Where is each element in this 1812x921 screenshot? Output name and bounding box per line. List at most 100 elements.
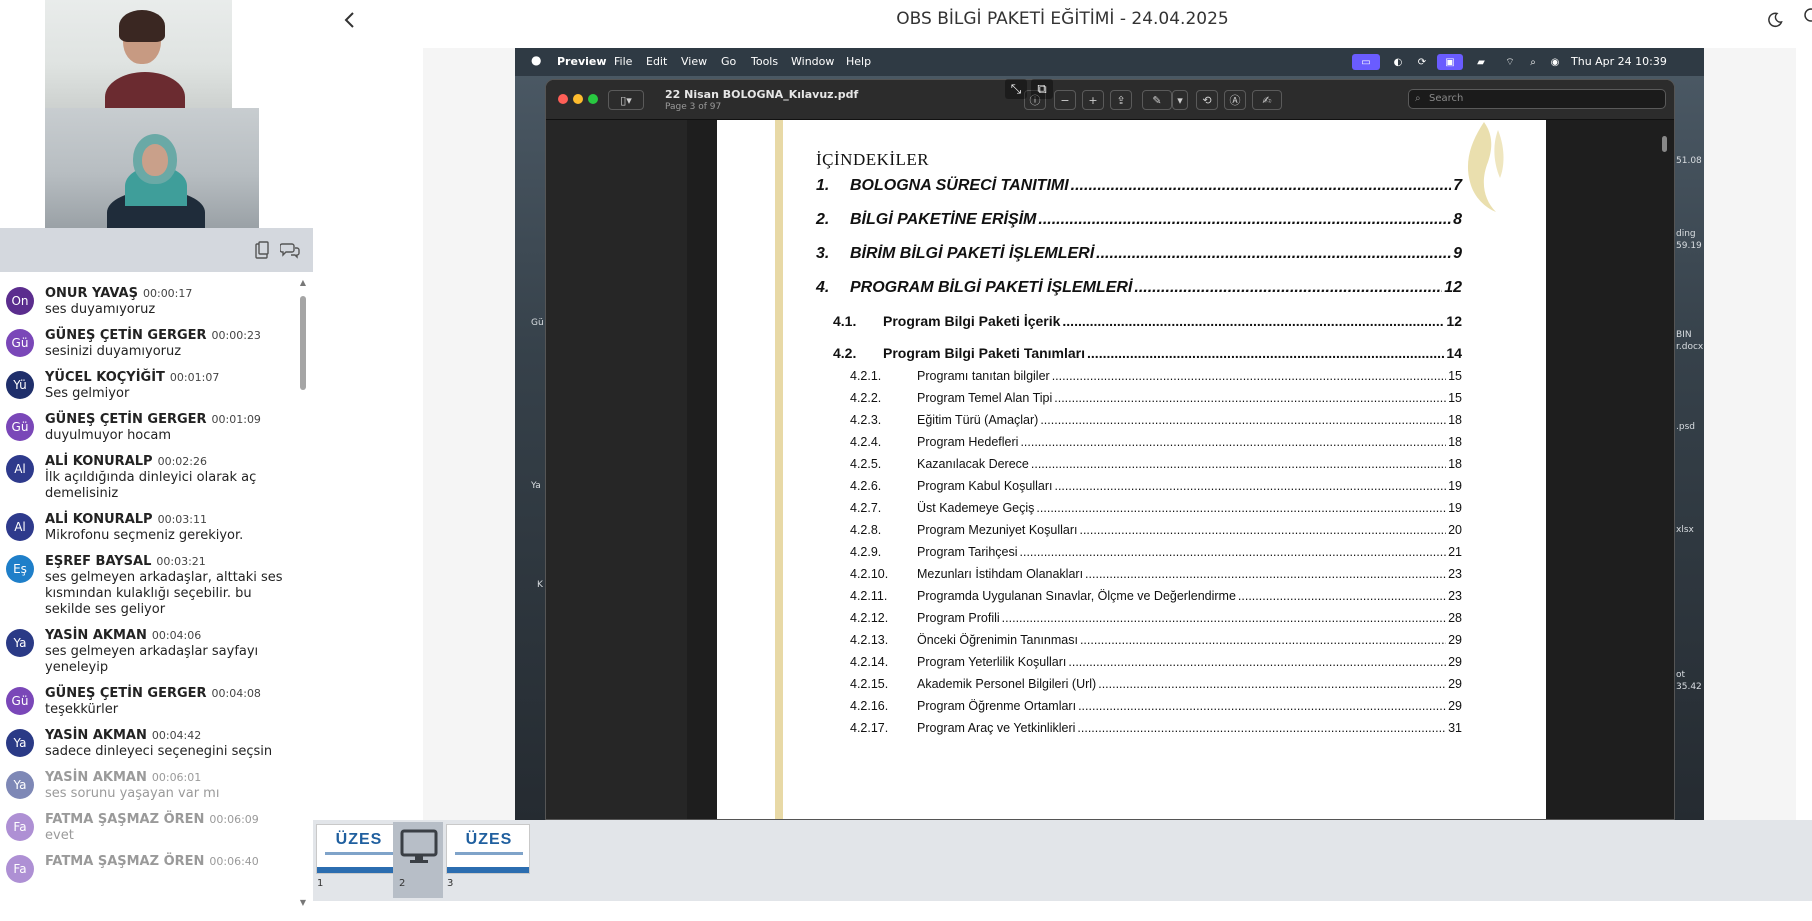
header: OBS BİLGİ PAKETİ EĞİTİMİ - 24.04.2025: [313, 0, 1812, 40]
zoom-in-button[interactable]: +: [1082, 90, 1104, 110]
toc-entry[interactable]: 4.2.10. Mezunları İstihdam Olanakları 23: [850, 567, 1462, 581]
chat-scrollbar[interactable]: ▲ ▼: [298, 278, 308, 908]
toc-entry-title: Program Yeterlilik Koşulları: [917, 655, 1067, 669]
zoom-out-button[interactable]: −: [1054, 90, 1076, 110]
toc-entry[interactable]: 4.2.15. Akademik Personel Bilgileri (Url)…: [850, 677, 1462, 691]
toc-entry-title: BİRİM BİLGİ PAKETİ İŞLEMLERİ: [850, 245, 1095, 262]
toc-entry-number: 4.2.15.: [850, 677, 889, 691]
participant-video-2[interactable]: [45, 108, 259, 228]
spotlight-icon[interactable]: ⌕: [1525, 54, 1541, 70]
chat-message-text: sadece dinleyeci seçenegini seçsin: [45, 744, 273, 759]
menu-edit[interactable]: Edit: [646, 55, 667, 68]
picture-in-picture-icon[interactable]: ⧉: [1031, 79, 1053, 99]
close-window-button[interactable]: [558, 94, 568, 104]
menu-go[interactable]: Go: [721, 55, 736, 68]
share-button[interactable]: ⇪: [1110, 90, 1132, 110]
wifi-icon[interactable]: ⌔: [1501, 54, 1519, 70]
chat-timestamp: 00:04:06: [151, 629, 202, 642]
slide-thumbnail[interactable]: ÜZES 1: [313, 822, 401, 898]
menu-window[interactable]: Window: [791, 55, 834, 68]
screen-share-status-icon[interactable]: ▭: [1352, 54, 1380, 70]
toc-entry[interactable]: 2. BİLGİ PAKETİNE ERİŞİM 8: [816, 211, 1462, 229]
avatar: Al: [6, 455, 34, 483]
menu-help[interactable]: Help: [846, 55, 871, 68]
minimize-window-button[interactable]: [573, 94, 583, 104]
chat-message-header: FATMA ŞAŞMAZ ÖREN 00:06:09: [45, 811, 300, 828]
battery-icon[interactable]: ▰: [1470, 54, 1492, 70]
toc-entry[interactable]: 4. PROGRAM BİLGİ PAKETİ İŞLEMLERİ 12: [816, 279, 1462, 297]
chat-bubbles-icon[interactable]: [280, 240, 300, 260]
toc-entry-page: 15: [1448, 391, 1462, 405]
toc-entry[interactable]: 4.2.7. Üst Kademeye Geçiş 19: [850, 501, 1462, 515]
control-center-icon[interactable]: ◉: [1545, 54, 1565, 70]
toc-entry[interactable]: 4.2.5. Kazanılacak Derece 18: [850, 457, 1462, 471]
toc-entry[interactable]: 4.2.3. Eğitim Türü (Amaçlar) 18: [850, 413, 1462, 427]
chat-message-text: ses sorunu yaşayan var mı: [45, 786, 220, 801]
markup-pen-button[interactable]: ✎: [1142, 90, 1172, 110]
apple-icon[interactable]: ●: [531, 53, 541, 67]
toc-entry[interactable]: 4.2.9. Program Tarihçesi 21: [850, 545, 1462, 559]
toc-entry-number: 4.2.14.: [850, 655, 889, 669]
menu-tools[interactable]: Tools: [751, 55, 778, 68]
chat-message-header: GÜNEŞ ÇETİN GERGER 00:00:23: [45, 327, 300, 344]
annotate-button[interactable]: ✍: [1252, 90, 1282, 110]
menubar-app-icon[interactable]: ◐: [1389, 54, 1407, 70]
toc-entry[interactable]: 4.2.6. Program Kabul Koşulları 19: [850, 479, 1462, 493]
zoom-window-button[interactable]: [588, 94, 598, 104]
document-title: 22 Nisan BOLOGNA_Kılavuz.pdf: [665, 88, 859, 101]
highlight-button[interactable]: Ⓐ: [1224, 90, 1246, 110]
toc-entry[interactable]: 4.2.12. Program Profili 28: [850, 611, 1462, 625]
slide-thumbnail[interactable]: 2: [393, 822, 443, 898]
scroll-up-arrow-icon[interactable]: ▲: [298, 278, 308, 288]
toc-entry[interactable]: 4.2.4. Program Hedefleri 18: [850, 435, 1462, 449]
exit-fullscreen-icon[interactable]: ⤡: [1005, 79, 1027, 99]
menubar-clock[interactable]: Thu Apr 24 10:39: [1571, 55, 1667, 68]
toc-entry[interactable]: 3. BİRİM BİLGİ PAKETİ İŞLEMLERİ 9: [816, 245, 1462, 263]
toc-entry[interactable]: 4.2.16. Program Öğrenme Ortamları 29: [850, 699, 1462, 713]
desktop-label: K: [537, 580, 543, 590]
partial-header-icon[interactable]: [1803, 7, 1812, 33]
menu-view[interactable]: View: [681, 55, 707, 68]
toc-entry[interactable]: 4.2.2. Program Temel Alan Tipi 15: [850, 391, 1462, 405]
avatar: Ya: [6, 629, 34, 657]
chat-sender-name: ALİ KONURALP: [45, 454, 153, 469]
toc-entry[interactable]: 4.2.8. Program Mezuniyet Koşulları 20: [850, 523, 1462, 537]
menu-app-name[interactable]: Preview: [557, 55, 607, 68]
chat-message: Al ALİ KONURALP 00:02:26 İlk açıldığında di…: [0, 450, 300, 508]
toc-entry-title: BOLOGNA SÜRECİ TANITIMI: [850, 177, 1069, 194]
toc-leader-dots: [1054, 479, 1446, 493]
toc-entry[interactable]: 4.2.14. Program Yeterlilik Koşulları 29: [850, 655, 1462, 669]
participant-video-1[interactable]: [45, 0, 232, 108]
toc-entry[interactable]: 4.2.13. Önceki Öğrenimin Tanınması 29: [850, 633, 1462, 647]
dark-mode-toggle[interactable]: [1762, 7, 1788, 33]
chat-sender-name: FATMA ŞAŞMAZ ÖREN: [45, 854, 205, 869]
slide-number: 3: [447, 878, 454, 889]
avatar: On: [6, 287, 34, 315]
chat-sender-name: FATMA ŞAŞMAZ ÖREN: [45, 812, 205, 827]
chat-scroll-thumb[interactable]: [300, 296, 306, 390]
toc-entry[interactable]: 4.2. Program Bilgi Paketi Tanımları 14: [833, 345, 1462, 361]
chat-timestamp: 00:06:40: [209, 855, 259, 868]
toc-entry[interactable]: 4.1. Program Bilgi Paketi İçerik 12: [833, 313, 1462, 329]
clipboard-icon[interactable]: [252, 240, 272, 260]
toc-entry-page: 29: [1448, 655, 1462, 669]
toc-entry-number: 4.2.13.: [850, 633, 889, 647]
toc-entry[interactable]: 4.2.1. Programı tanıtan bilgiler 15: [850, 369, 1462, 383]
scroll-down-arrow-icon[interactable]: ▼: [298, 898, 308, 908]
menu-file[interactable]: File: [614, 55, 632, 68]
toc-entry[interactable]: 4.2.11. Programda Uygulanan Sınavlar, Ölç…: [850, 589, 1462, 603]
chat-timestamp: 00:01:09: [211, 413, 261, 426]
toc-entry[interactable]: 4.2.17. Program Araç ve Yetkinlikleri 31: [850, 721, 1462, 735]
preview-scroll-thumb[interactable]: [1662, 136, 1667, 152]
sidebar-toggle-button[interactable]: ▯▾: [608, 90, 644, 110]
toc-entry-title: Program Araç ve Yetkinlikleri: [917, 721, 1076, 735]
markup-dropdown-button[interactable]: ▾: [1172, 90, 1188, 110]
slide-thumbnail[interactable]: ÜZES 3: [443, 822, 531, 898]
sync-icon[interactable]: ⟳: [1413, 54, 1431, 70]
chat-message-list[interactable]: On ONUR YAVAŞ 00:00:17 ses duyamıyoruz Gü GÜN…: [0, 272, 300, 921]
rotate-button[interactable]: ⟲: [1196, 90, 1218, 110]
search-field[interactable]: ⌕ Search: [1408, 89, 1666, 109]
mirroring-icon[interactable]: ▣: [1437, 54, 1463, 70]
toc-entry[interactable]: 1. BOLOGNA SÜRECİ TANITIMI 7: [816, 177, 1462, 195]
chat-message-text: Ses gelmiyor: [45, 386, 130, 401]
